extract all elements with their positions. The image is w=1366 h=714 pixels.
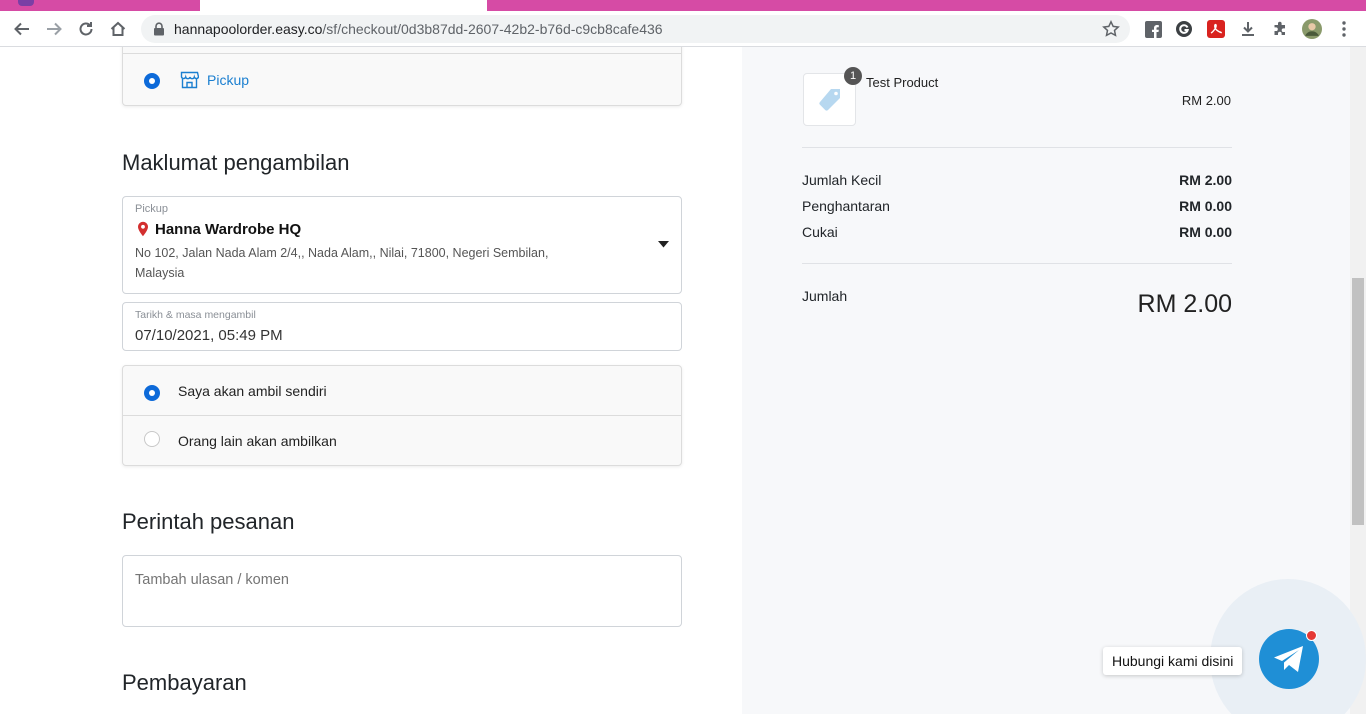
pickup-location-name: Hanna Wardrobe HQ (155, 221, 302, 238)
pickup-location-select[interactable]: Pickup Hanna Wardrobe HQ No 102, Jalan N… (122, 196, 682, 294)
bookmark-star-icon[interactable] (1102, 20, 1120, 38)
total-label: Jumlah (802, 288, 848, 304)
payment-title: Pembayaran (122, 670, 247, 695)
product-price: RM 2.00 (1181, 93, 1231, 108)
arrow-right-icon (47, 22, 62, 36)
pickup-datetime-field[interactable]: Tarikh & masa mengambil 07/10/2021, 05:4… (122, 302, 682, 351)
pdf-extension-icon[interactable] (1206, 19, 1226, 39)
reload-icon (79, 22, 93, 36)
browser-menu-icon[interactable] (1334, 19, 1354, 39)
download-icon[interactable] (1238, 19, 1258, 39)
pickup-datetime-label: Tarikh & masa mengambil (135, 309, 256, 321)
notification-dot (1306, 630, 1317, 641)
caret-down-icon (658, 241, 669, 248)
pickup-address-line1: No 102, Jalan Nada Alam 2/4,, Nada Alam,… (135, 246, 549, 260)
chat-tooltip[interactable]: Hubungi kami disini (1103, 647, 1243, 675)
pickup-location-label: Pickup (135, 203, 169, 215)
arrow-left-icon (14, 22, 29, 36)
extensions-puzzle-icon[interactable] (1270, 19, 1290, 39)
tax-label: Cukai (802, 224, 838, 240)
browser-toolbar: hannapoolorder.easy.co/sf/checkout/0d3b8… (0, 11, 1366, 47)
subtotal-value: RM 2.00 (1179, 172, 1232, 188)
subtotal-label: Jumlah Kecil (802, 172, 882, 188)
self-pickup-radio[interactable] (144, 385, 160, 401)
home-button[interactable] (106, 17, 130, 41)
active-tab[interactable] (200, 0, 487, 11)
checkout-page: Pickup Maklumat pengambilan Pickup Hanna… (0, 47, 1366, 714)
map-pin-icon (138, 221, 148, 237)
options-divider (123, 415, 681, 416)
pickup-datetime-value: 07/10/2021, 05:49 PM (135, 327, 283, 344)
price-tag-icon (818, 88, 840, 111)
scrollbar-thumb[interactable] (1352, 278, 1364, 525)
total-value: RM 2.00 (1137, 290, 1232, 318)
card-divider (123, 53, 681, 54)
reload-button[interactable] (74, 17, 98, 41)
facebook-extension-icon[interactable] (1143, 19, 1163, 39)
profile-avatar[interactable] (1302, 19, 1322, 39)
grammar-extension-icon[interactable] (1174, 19, 1194, 39)
other-pickup-label[interactable]: Orang lain akan ambilkan (178, 433, 337, 449)
url-text: hannapoolorder.easy.co/sf/checkout/0d3b8… (174, 21, 663, 37)
order-notes-title: Perintah pesanan (122, 509, 295, 534)
shipping-value: RM 0.00 (1179, 198, 1232, 214)
product-name: Test Product (866, 75, 939, 90)
pickup-info-title: Maklumat pengambilan (122, 150, 350, 175)
shipping-label: Penghantaran (802, 198, 890, 214)
summary-divider-1 (802, 147, 1232, 148)
pickup-option-label[interactable]: Pickup (207, 72, 249, 88)
pickup-address-line2: Malaysia (135, 266, 185, 280)
lock-icon[interactable] (153, 22, 165, 36)
telegram-icon (1274, 646, 1303, 672)
back-button[interactable] (10, 17, 34, 41)
browser-tab-strip (0, 0, 1366, 11)
self-pickup-label[interactable]: Saya akan ambil sendiri (178, 383, 327, 399)
quantity-badge: 1 (844, 67, 862, 85)
store-icon (180, 71, 199, 89)
address-bar[interactable]: hannapoolorder.easy.co/sf/checkout/0d3b8… (141, 15, 1130, 43)
forward-button[interactable] (42, 17, 66, 41)
pickup-person-options (122, 365, 682, 466)
tab-favicon-icon[interactable] (18, 0, 34, 6)
summary-divider-2 (802, 263, 1232, 264)
other-pickup-radio[interactable] (144, 431, 160, 447)
checkout-form: Pickup Maklumat pengambilan Pickup Hanna… (0, 47, 742, 714)
home-icon (110, 21, 126, 36)
pickup-radio[interactable] (144, 73, 160, 89)
tax-value: RM 0.00 (1179, 224, 1232, 240)
delivery-method-card (122, 47, 682, 106)
order-notes-input[interactable] (122, 555, 682, 627)
